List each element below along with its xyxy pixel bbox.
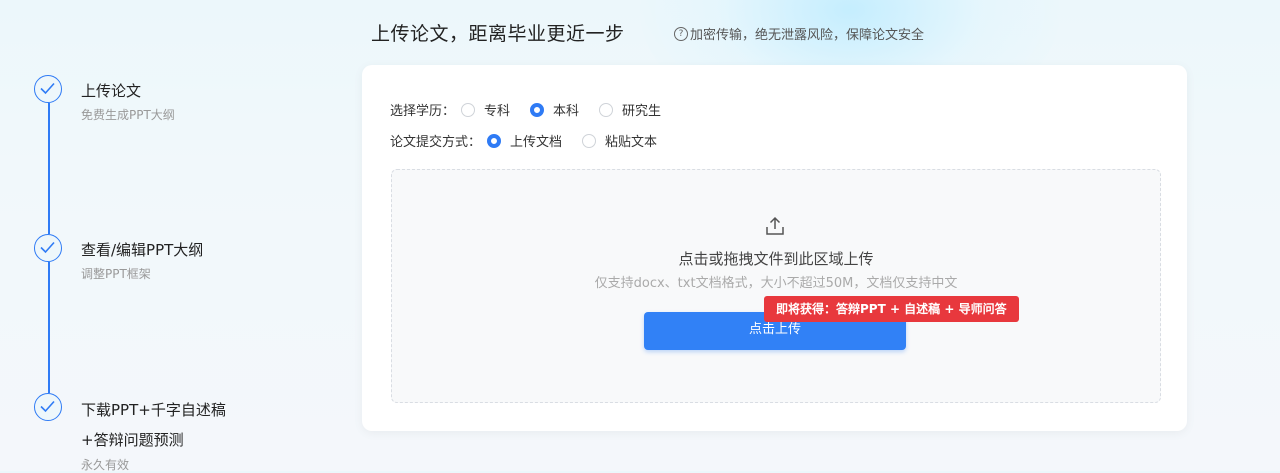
- promo-badge: 即将获得：答辩PPT + 自述稿 + 导师问答: [764, 296, 1019, 322]
- radio-label: 粘贴文本: [605, 135, 658, 150]
- step-3-title: 下载PPT+千字自述稿: [81, 401, 226, 419]
- security-tip: ? 加密传输，绝无泄露风险，保障论文安全: [674, 24, 924, 43]
- radio-education-benke[interactable]: 本科: [524, 100, 579, 119]
- dropzone-hint: 仅支持docx、txt文档格式，大小不超过50M，文档仅支持中文: [594, 276, 958, 291]
- radio-education-zhuanke[interactable]: 专科: [455, 100, 510, 119]
- education-label: 选择学历：: [390, 104, 456, 119]
- radio-circle: [530, 102, 545, 117]
- radio-circle: [599, 102, 614, 117]
- upload-icon: [766, 216, 784, 235]
- radio-circle: [461, 102, 476, 117]
- submit-method-label: 论文提交方式：: [390, 135, 482, 150]
- radio-label: 研究生: [622, 104, 662, 119]
- step-1-check-icon: [34, 75, 62, 103]
- radio-circle: [582, 133, 597, 148]
- step-2-check-icon: [34, 234, 62, 262]
- submit-method-row: 论文提交方式： 上传文档 粘贴文本: [390, 131, 671, 150]
- step-3-subtitle: 永久有效: [81, 458, 130, 472]
- security-tip-text: 加密传输，绝无泄露风险，保障论文安全: [690, 28, 925, 43]
- page-title: 上传论文，距离毕业更近一步: [371, 23, 625, 45]
- upload-card: 选择学历： 专科 本科 研究生 论文提交方式： 上传文档 粘贴文本 点击或拖拽文…: [362, 65, 1187, 431]
- radio-circle: [487, 133, 502, 148]
- radio-paste-text[interactable]: 粘贴文本: [576, 131, 657, 150]
- radio-education-yanjiusheng[interactable]: 研究生: [593, 100, 661, 119]
- radio-label: 专科: [484, 104, 511, 119]
- file-dropzone[interactable]: 点击或拖拽文件到此区域上传 仅支持docx、txt文档格式，大小不超过50M，文…: [391, 169, 1161, 403]
- step-connector: [48, 103, 50, 234]
- education-row: 选择学历： 专科 本科 研究生: [390, 100, 675, 119]
- step-3-title-line2: +答辩问题预测: [81, 431, 184, 449]
- radio-label: 本科: [553, 104, 580, 119]
- step-1-title: 上传论文: [81, 82, 142, 100]
- step-2-title: 查看/编辑PPT大纲: [81, 241, 204, 259]
- step-3-check-icon: [34, 393, 62, 421]
- question-circle-icon: ?: [674, 26, 688, 41]
- dropzone-title: 点击或拖拽文件到此区域上传: [678, 250, 874, 268]
- radio-label: 上传文档: [510, 135, 563, 150]
- radio-upload-document[interactable]: 上传文档: [481, 131, 562, 150]
- step-2-subtitle: 调整PPT框架: [81, 267, 151, 281]
- step-1-subtitle: 免费生成PPT大纲: [81, 108, 175, 122]
- step-connector: [48, 262, 50, 393]
